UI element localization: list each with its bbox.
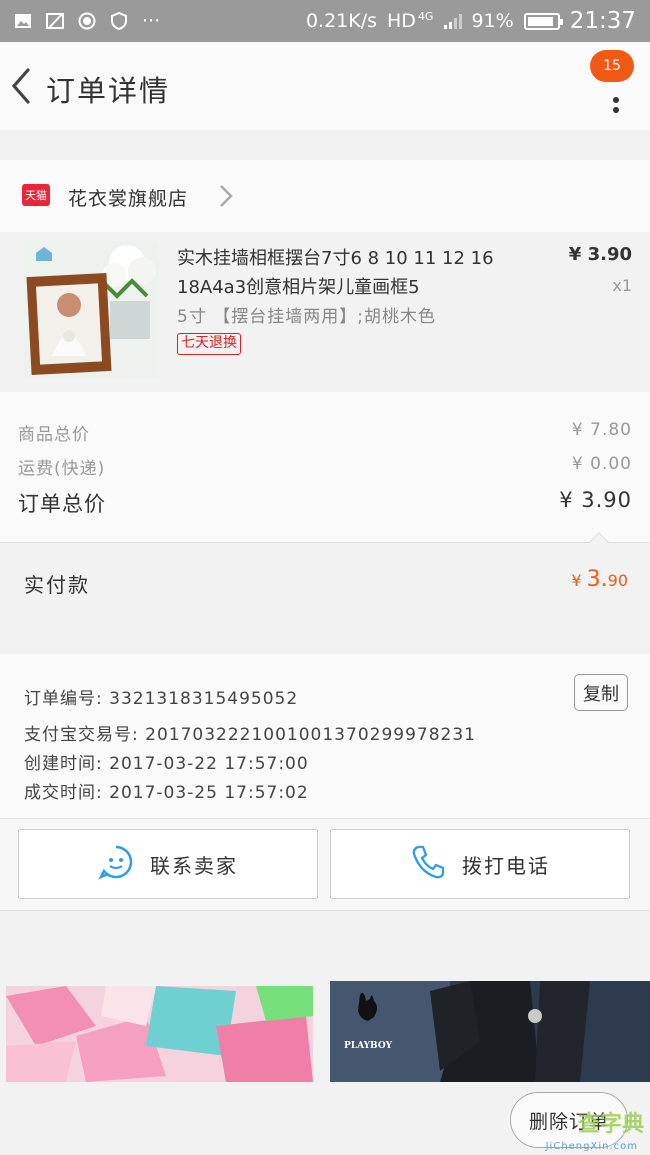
- image-icon: [14, 12, 32, 30]
- clock: 21:37: [569, 8, 636, 34]
- record-icon: [78, 12, 96, 30]
- order-total-row: 订单总价 ¥ 3.90: [18, 488, 632, 518]
- copy-button[interactable]: 复制: [574, 674, 628, 711]
- tmall-logo: 天猫: [22, 184, 50, 206]
- order-total-value: ¥ 3.90: [559, 488, 632, 512]
- product-spec: 5寸 【摆台挂墙两用】;胡桃木色: [177, 307, 436, 327]
- signal-icon: [443, 12, 463, 30]
- more-menu-icon[interactable]: [612, 84, 620, 114]
- status-bar: ··· 0.21K/s HD 4G 91% 21:37: [0, 0, 650, 42]
- call-phone-button[interactable]: 拨打电话: [330, 829, 630, 899]
- phone-icon: [410, 844, 446, 885]
- price-summary: 商品总价 ¥ 7.80 运费(快递) ¥ 0.00 订单总价 ¥ 3.90: [0, 392, 650, 542]
- currency-symbol: ¥: [571, 571, 582, 590]
- goods-total-value: ¥ 7.80: [571, 420, 632, 440]
- goods-total-row: 商品总价 ¥ 7.80: [18, 420, 632, 445]
- closed-time: 成交时间: 2017-03-25 17:57:02: [24, 783, 309, 803]
- product-quantity: x1: [612, 276, 632, 295]
- battery-icon: [523, 12, 563, 30]
- header: 订单详情: [0, 42, 650, 130]
- actual-payment-row: 实付款 ¥ 3.90: [0, 532, 650, 620]
- back-icon[interactable]: [8, 64, 38, 108]
- shipping-value: ¥ 0.00: [571, 454, 632, 474]
- shipping-row: 运费(快递) ¥ 0.00: [18, 454, 632, 479]
- hd-indicator: HD: [387, 10, 416, 32]
- order-info: 订单编号: 3321318315495052 支付宝交易号: 201703222…: [0, 654, 650, 819]
- network-type: 4G: [417, 9, 434, 23]
- shop-name[interactable]: 花衣裳旗舰店: [68, 184, 188, 211]
- created-time: 创建时间: 2017-03-22 17:57:00: [24, 754, 309, 774]
- amount-decimal: 90: [607, 571, 628, 590]
- alipay-trade-number: 支付宝交易号: 2017032221001001370299978231: [24, 725, 476, 745]
- page-title: 订单详情: [46, 74, 171, 108]
- amount-integer: 3.: [586, 567, 608, 592]
- chevron-right-icon: [216, 180, 236, 212]
- action-bar: 联系卖家 拨打电话: [0, 819, 650, 911]
- product-price: ¥ 3.90: [568, 244, 632, 265]
- call-phone-label: 拨打电话: [462, 853, 550, 878]
- product-image[interactable]: [22, 241, 159, 378]
- shield-icon: [110, 11, 128, 31]
- watermark-url: JiChengXin.com: [545, 1141, 638, 1152]
- net-speed: 0.21K/s: [305, 10, 378, 32]
- return-policy-tag: 七天退换: [177, 333, 241, 355]
- image-off-icon: [46, 12, 64, 30]
- brand-label: PLAYBOY: [344, 1041, 393, 1051]
- goods-total-label: 商品总价: [18, 425, 90, 445]
- more-notifications-icon: ···: [142, 10, 161, 32]
- shipping-label: 运费(快递): [18, 459, 106, 479]
- product-name[interactable]: 实木挂墙相框摆台7寸6 8 10 11 12 16 18A4a3创意相片架儿童画…: [177, 244, 537, 302]
- watermark-logo: 查字典: [577, 1112, 644, 1137]
- actual-payment-label: 实付款: [24, 573, 90, 597]
- message-count-badge[interactable]: 15: [590, 50, 634, 82]
- contact-seller-button[interactable]: 联系卖家: [18, 829, 318, 899]
- shop-row[interactable]: 天猫 花衣裳旗舰店: [0, 160, 650, 232]
- battery-percent: 91%: [471, 10, 514, 32]
- product-item[interactable]: 实木挂墙相框摆台7寸6 8 10 11 12 16 18A4a3创意相片架儿童画…: [0, 232, 650, 392]
- contact-seller-label: 联系卖家: [150, 853, 238, 878]
- recommended-item-candy[interactable]: [6, 986, 313, 1082]
- order-number: 订单编号: 3321318315495052: [24, 689, 299, 709]
- actual-payment-amount: ¥ 3.90: [571, 567, 628, 592]
- recommended-item-playboy[interactable]: PLAYBOY: [330, 981, 650, 1082]
- chat-icon: [98, 844, 134, 885]
- order-total-label: 订单总价: [18, 492, 106, 516]
